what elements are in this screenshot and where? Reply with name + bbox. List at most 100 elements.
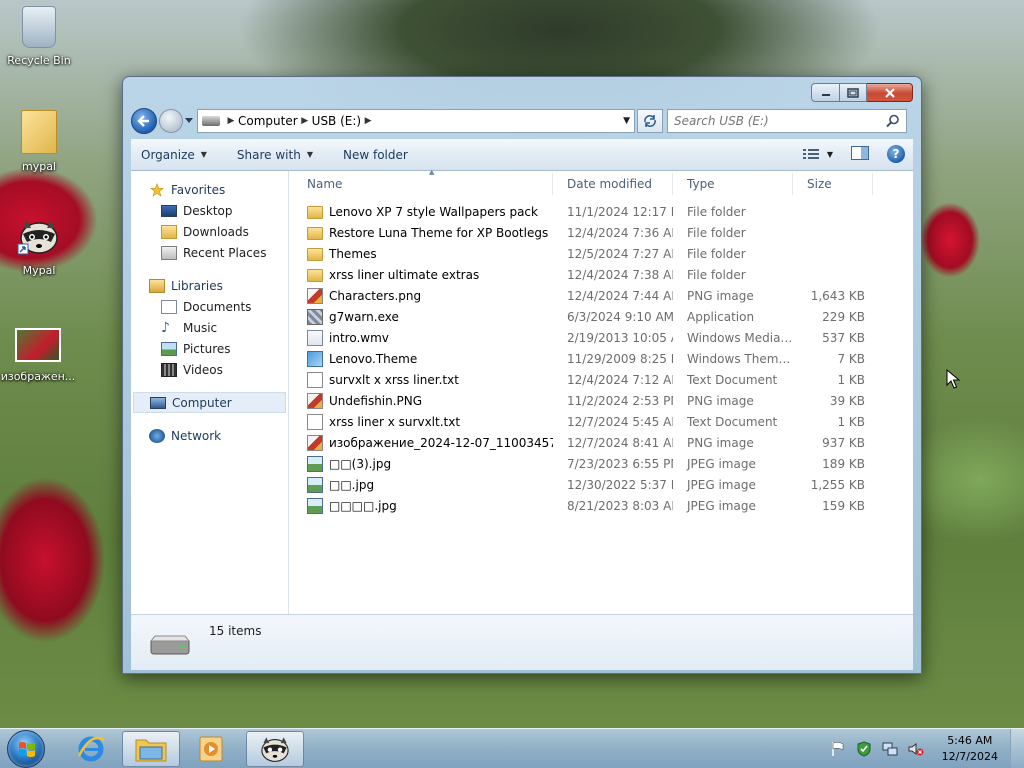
refresh-button[interactable] (637, 109, 663, 133)
action-center-flag-icon[interactable] (830, 741, 846, 757)
file-row[interactable]: □□(3).jpg 7/23/2023 6:55 PM JPEG image 189 … (293, 453, 913, 474)
network-icon (149, 428, 165, 443)
file-row[interactable]: изображение_2024-12-07_110034574.png 12/7… (293, 432, 913, 453)
file-row[interactable]: □□□□.jpg 8/21/2023 8:03 AM JPEG image 159 K… (293, 495, 913, 516)
column-header-date[interactable]: Date modified (553, 172, 673, 195)
png-file-icon (307, 392, 323, 409)
recent-pages-dropdown[interactable] (183, 109, 195, 133)
nav-videos[interactable]: Videos (131, 359, 288, 380)
desktop-icon-image[interactable]: изображен... (0, 328, 76, 383)
file-date-cell: 12/7/2024 8:41 AM (567, 435, 673, 450)
file-row[interactable]: xrss liner x survxlt.txt 12/7/2024 5:45 A… (293, 411, 913, 432)
breadcrumb-separator-icon[interactable]: ▶ (298, 116, 312, 126)
minimize-button[interactable] (811, 83, 840, 102)
png-file-icon (307, 434, 323, 451)
close-button[interactable] (867, 83, 913, 102)
file-row[interactable]: Restore Luna Theme for XP Bootlegs 12/4/2… (293, 222, 913, 243)
breadcrumb-separator-icon[interactable]: ▶ (361, 116, 375, 126)
taskbar-internet-explorer[interactable] (62, 731, 120, 767)
clock[interactable]: 5:46 AM 12/7/2024 (942, 733, 998, 765)
nav-documents[interactable]: Documents (131, 296, 288, 317)
new-folder-button[interactable]: New folder (343, 148, 408, 162)
nav-network[interactable]: Network (131, 425, 288, 446)
search-box[interactable] (667, 109, 907, 133)
file-row[interactable]: Themes 12/5/2024 7:27 AM File folder (293, 243, 913, 264)
nav-downloads[interactable]: Downloads (131, 221, 288, 242)
search-icon[interactable] (886, 114, 900, 128)
file-date-cell: 7/23/2023 6:55 PM (567, 456, 673, 471)
nav-desktop[interactable]: Desktop (131, 200, 288, 221)
file-row[interactable]: intro.wmv 2/19/2013 10:05 AM Windows Media… (293, 327, 913, 348)
nav-label: Documents (183, 299, 252, 314)
preview-pane-button[interactable] (851, 145, 869, 163)
volume-muted-icon[interactable] (908, 741, 924, 757)
file-size-cell: 7 KB (837, 351, 865, 366)
taskbar-mypal[interactable] (246, 731, 304, 767)
file-row[interactable]: g7warn.exe 6/3/2024 9:10 AM Application 229… (293, 306, 913, 327)
maximize-button[interactable] (840, 83, 867, 102)
file-date-cell: 12/4/2024 7:44 AM (567, 288, 673, 303)
breadcrumb-separator-icon[interactable]: ▶ (224, 116, 238, 126)
back-button[interactable] (131, 108, 157, 134)
nav-pictures[interactable]: Pictures (131, 338, 288, 359)
network-monitor-icon[interactable] (882, 741, 898, 757)
file-name-cell: intro.wmv (293, 329, 553, 346)
nav-recent-places[interactable]: Recent Places (131, 242, 288, 263)
address-bar[interactable]: ▶ Computer ▶ USB (E:) ▶ ▼ (197, 109, 635, 133)
file-size-cell: 1,643 KB (810, 288, 865, 303)
nav-libraries[interactable]: Libraries (131, 275, 288, 296)
image-thumbnail-icon (15, 328, 61, 362)
file-row[interactable]: survxlt x xrss liner.txt 12/4/2024 7:12 A… (293, 369, 913, 390)
file-row[interactable]: Lenovo XP 7 style Wallpapers pack 11/1/20… (293, 201, 913, 222)
address-dropdown-icon[interactable]: ▼ (623, 110, 630, 132)
chevron-down-icon[interactable]: ▼ (827, 150, 833, 159)
change-view-button[interactable]: ▼ (802, 148, 833, 160)
file-type-cell: JPEG image (687, 498, 756, 513)
nav-favorites[interactable]: Favorites (131, 179, 288, 200)
preview-pane-icon (851, 145, 869, 160)
file-row[interactable]: Undefishin.PNG 11/2/2024 2:53 PM PNG image… (293, 390, 913, 411)
view-controls: ▼ ? (802, 145, 905, 163)
file-name-cell: survxlt x xrss liner.txt (293, 371, 553, 388)
desktop-icon-recycle-bin[interactable]: Recycle Bin (1, 6, 77, 67)
start-button[interactable] (7, 730, 45, 768)
desktop-icon-mypal-shortcut[interactable]: Mypal (1, 216, 77, 277)
breadcrumb-computer[interactable]: Computer (238, 114, 298, 128)
arrow-left-icon (137, 115, 149, 127)
security-shield-icon[interactable] (856, 741, 872, 757)
column-header-name[interactable]: Name (293, 172, 553, 195)
file-date-cell: 12/4/2024 7:38 AM (567, 267, 673, 282)
desktop-icon-mypal-folder[interactable]: mypal (1, 110, 77, 173)
file-row[interactable]: xrss liner ultimate extras 12/4/2024 7:38… (293, 264, 913, 285)
folder-file-icon (307, 206, 323, 219)
file-date-cell: 11/29/2009 8:25 PM (567, 351, 673, 366)
nav-computer[interactable]: Computer (133, 392, 286, 413)
search-input[interactable] (674, 114, 874, 128)
help-button[interactable]: ? (887, 145, 905, 163)
file-name-cell: Themes (293, 246, 553, 261)
file-type-cell: PNG image (687, 435, 754, 450)
videos-icon (161, 362, 177, 377)
file-date-cell: 12/5/2024 7:27 AM (567, 246, 673, 261)
file-type-cell: Windows Media A... (687, 330, 793, 345)
file-type-cell: JPEG image (687, 456, 756, 471)
file-row[interactable]: □□.jpg 12/30/2022 5:37 PM JPEG image 1,255 … (293, 474, 913, 495)
share-with-button[interactable]: Share with ▼ (237, 148, 313, 162)
file-row[interactable]: Characters.png 12/4/2024 7:44 AM PNG image… (293, 285, 913, 306)
taskbar-windows-explorer[interactable] (122, 731, 180, 767)
taskbar-media-player[interactable] (182, 731, 240, 767)
breadcrumb-usb-drive[interactable]: USB (E:) (312, 114, 361, 128)
file-name: изображение_2024-12-07_110034574.png (329, 435, 553, 450)
nav-music[interactable]: ♪ Music (131, 317, 288, 338)
column-header-size[interactable]: Size (793, 172, 873, 195)
wmv-file-icon (307, 329, 323, 346)
file-row[interactable]: Lenovo.Theme 11/29/2009 8:25 PM Windows Th… (293, 348, 913, 369)
show-desktop-button[interactable] (1010, 729, 1024, 768)
forward-button[interactable] (159, 109, 183, 133)
column-header-type[interactable]: Type (673, 172, 793, 195)
clock-time: 5:46 AM (947, 734, 993, 747)
organize-button[interactable]: Organize ▼ (141, 148, 207, 162)
file-name: Restore Luna Theme for XP Bootlegs (329, 225, 549, 240)
jpg-file-icon (307, 476, 323, 493)
file-list-pane: ▲ Name Date modified Type Size Lenovo XP… (289, 168, 913, 614)
